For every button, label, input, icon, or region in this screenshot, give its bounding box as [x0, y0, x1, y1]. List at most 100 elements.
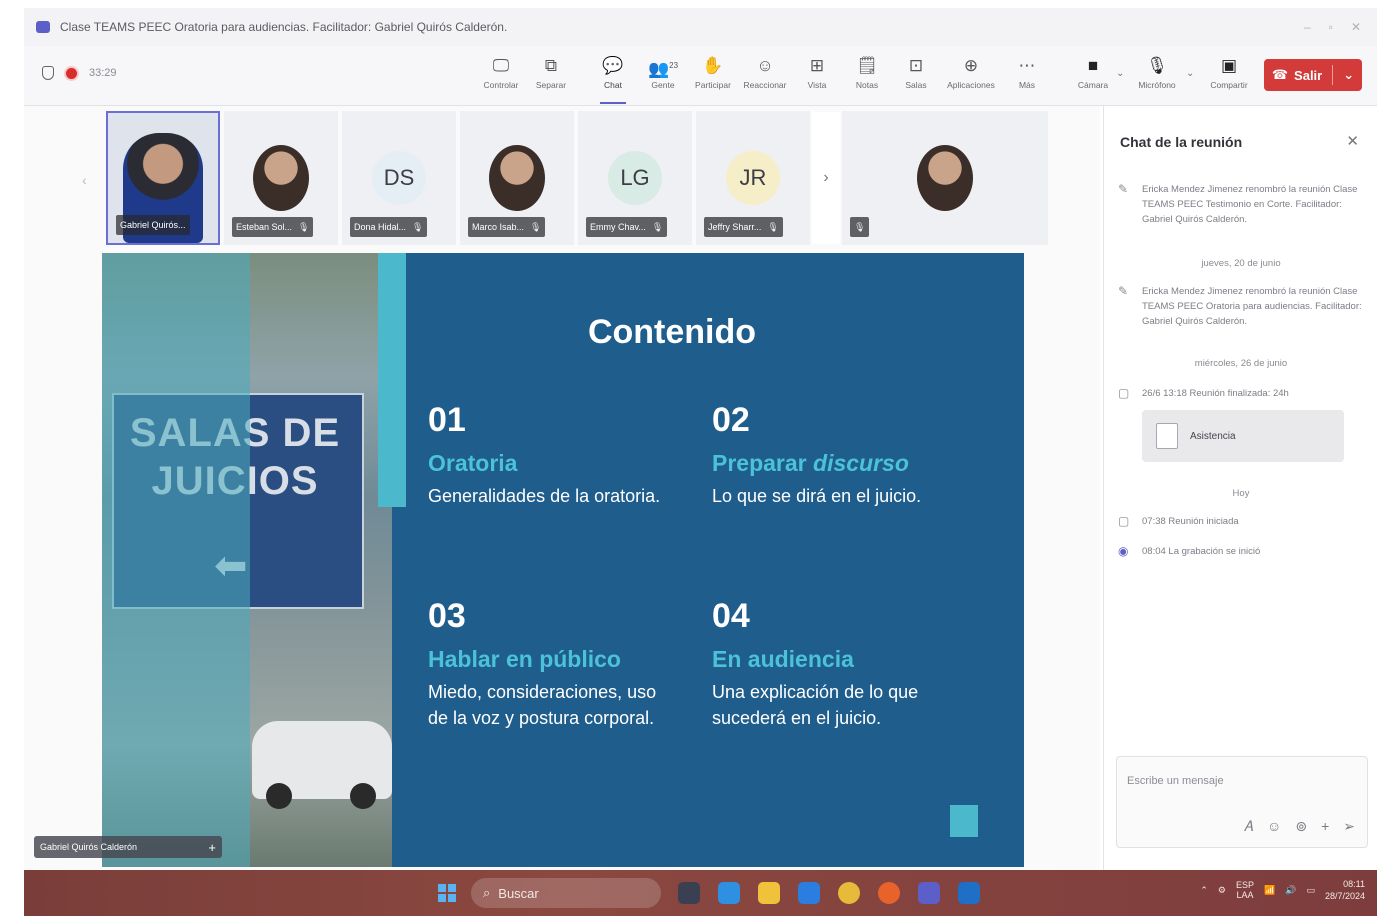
slide-accent-square	[950, 805, 978, 837]
window-titlebar: Clase TEAMS PEEC Oratoria para audiencia…	[24, 8, 1377, 46]
mic-options-chevron-icon[interactable]: ⌄	[1186, 68, 1194, 79]
copilot-icon[interactable]	[718, 882, 740, 904]
chevron-up-icon[interactable]: ⌃	[1200, 885, 1208, 896]
format-icon[interactable]: 𝐴	[1244, 818, 1253, 835]
item-heading: En audiencia	[712, 646, 854, 672]
participant-tile[interactable]: DS Dona Hidal... 🎙	[342, 111, 456, 245]
send-icon[interactable]: ➢	[1343, 818, 1355, 835]
meeting-icon: ▢	[1118, 514, 1130, 528]
chat-system-message: ✎ Ericka Mendez Jimenez renombró la reun…	[1118, 182, 1358, 225]
taskbar-search[interactable]: ⌕ Buscar	[471, 878, 661, 908]
content-item: 01 Oratoria Generalidades de la oratoria…	[428, 401, 668, 509]
chat-date-separator: miércoles, 26 de junio	[1194, 358, 1288, 369]
attachment-label: Asistencia	[1190, 430, 1236, 442]
meeting-toolbar: 33:29 🖵 Controlar ⧉ Separar 💬 Chat 👥23 G…	[24, 46, 1377, 106]
participant-tile[interactable]: JR Jeffry Sharr... 🎙	[696, 111, 810, 245]
firefox-icon[interactable]	[878, 882, 900, 904]
react-button[interactable]: ☺ Reaccionar	[740, 54, 790, 98]
share-button[interactable]: ▣ Compartir	[1204, 54, 1254, 98]
plus-icon[interactable]: +	[1321, 818, 1329, 835]
more-icon: ⋯	[1018, 56, 1036, 75]
item-heading: Oratoria	[428, 450, 518, 476]
mic-muted-icon: 🎙	[651, 222, 664, 232]
raise-hand-button[interactable]: ✋ Participar	[688, 54, 738, 98]
shield-icon	[42, 66, 54, 80]
participant-tile[interactable]: 🎙	[842, 111, 1048, 245]
people-button[interactable]: 👥23 Gente	[638, 54, 688, 98]
battery-icon[interactable]: ▭	[1306, 885, 1315, 896]
maximize-button[interactable]: ▫	[1329, 20, 1333, 34]
rooms-icon: ⊡	[908, 56, 924, 75]
apps-button[interactable]: ⊕ Aplicaciones	[946, 54, 996, 98]
people-icon: 👥23	[647, 59, 679, 79]
chat-system-message: ✎ Ericka Mendez Jimenez renombró la reun…	[1118, 284, 1362, 327]
mail-icon[interactable]	[798, 882, 820, 904]
car-image	[252, 721, 392, 809]
chat-date-separator: jueves, 20 de junio	[1201, 258, 1281, 269]
camera-off-icon: ■	[1087, 56, 1099, 75]
language-indicator[interactable]: ESP LAA	[1236, 880, 1254, 900]
emoji-icon[interactable]: ☺	[1267, 818, 1281, 835]
chat-button[interactable]: 💬 Chat	[588, 54, 638, 104]
attendance-attachment[interactable]: Asistencia	[1142, 410, 1344, 462]
participant-name-tag: Esteban Sol... 🎙	[232, 217, 314, 237]
leave-button[interactable]: ☎ Salir ⌄	[1264, 59, 1362, 91]
mic-muted-icon: 🎙	[412, 222, 424, 232]
message-input-placeholder[interactable]: Escribe un mensaje	[1127, 775, 1224, 787]
more-button[interactable]: ⋯ Más	[1002, 54, 1052, 98]
participant-name-tag: Emmy Chav... 🎙	[586, 217, 668, 237]
close-chat-button[interactable]: ✕	[1346, 132, 1359, 150]
notes-button[interactable]: 🗒 Notas	[842, 54, 892, 98]
close-window-button[interactable]: ✕	[1351, 20, 1361, 34]
rooms-button[interactable]: ⊡ Salas	[891, 54, 941, 98]
composer-actions: 𝐴 ☺ ⊚ + ➢	[1244, 818, 1355, 835]
add-icon[interactable]: +	[208, 840, 216, 855]
participant-tile[interactable]: Gabriel Quirós...	[106, 111, 220, 245]
mic-off-icon: 🎙	[1146, 56, 1168, 75]
task-view-icon[interactable]	[678, 882, 700, 904]
mic-muted-icon: 🎙	[854, 222, 866, 232]
meeting-status: 33:29	[42, 66, 117, 80]
meeting-chat-panel: Chat de la reunión ✕ ✎ Ericka Mendez Jim…	[1103, 106, 1377, 870]
pencil-icon: ✎	[1118, 182, 1129, 196]
microphone-button[interactable]: 🎙 Micrófono	[1132, 54, 1182, 98]
control-button[interactable]: 🖵 Controlar	[476, 54, 526, 98]
view-button[interactable]: ⊞ Vista	[792, 54, 842, 98]
teams-icon[interactable]	[918, 882, 940, 904]
item-number: 04	[712, 597, 750, 635]
meeting-icon: ▢	[1118, 386, 1130, 400]
chat-composer[interactable]: Escribe un mensaje 𝐴 ☺ ⊚ + ➢	[1116, 756, 1368, 848]
participant-tile[interactable]: LG Emmy Chav... 🎙	[578, 111, 692, 245]
outlook-icon[interactable]	[958, 882, 980, 904]
participant-avatar	[253, 145, 309, 211]
participant-tile[interactable]: Esteban Sol... 🎙	[224, 111, 338, 245]
minimize-button[interactable]: –	[1304, 20, 1311, 34]
participant-avatar	[489, 145, 545, 211]
camera-options-chevron-icon[interactable]: ⌄	[1116, 68, 1124, 79]
volume-icon[interactable]: 🔊	[1285, 885, 1296, 896]
content-item: 02 Preparar discurso Lo que se dirá en e…	[712, 401, 952, 509]
apps-icon: ⊕	[963, 56, 979, 75]
teams-logo-icon	[36, 21, 50, 33]
loop-icon[interactable]: ⊚	[1295, 818, 1307, 835]
chat-system-message: ▢ 26/6 13:18 Reunión finalizada: 24h	[1118, 386, 1289, 400]
network-drive-icon[interactable]: ⚙	[1218, 885, 1226, 896]
leave-options-chevron-icon[interactable]: ⌄	[1343, 67, 1354, 83]
content-item: 04 En audiencia Una explicación de lo qu…	[712, 597, 952, 731]
participant-tile[interactable]: Marco Isab... 🎙	[460, 111, 574, 245]
system-clock[interactable]: 08:11 28/7/2024	[1325, 878, 1365, 902]
raise-hand-icon: ✋	[702, 56, 724, 75]
popout-button[interactable]: ⧉ Separar	[526, 54, 576, 98]
file-explorer-icon[interactable]	[758, 882, 780, 904]
windows-start-icon[interactable]	[438, 884, 456, 902]
chrome-icon[interactable]	[838, 882, 860, 904]
wifi-icon[interactable]: 📶	[1264, 885, 1275, 896]
participants-next-chevron-icon[interactable]: ›	[812, 112, 840, 244]
mic-muted-icon: 🎙	[530, 222, 542, 232]
recording-indicator-icon	[66, 67, 77, 79]
camera-button[interactable]: ■ Cámara	[1068, 54, 1118, 98]
smiley-icon: ☺	[756, 56, 774, 75]
item-description: Miedo, consideraciones, uso de la voz y …	[428, 682, 657, 728]
laptop-icon: 🖵	[492, 56, 510, 75]
item-number: 01	[428, 401, 466, 439]
